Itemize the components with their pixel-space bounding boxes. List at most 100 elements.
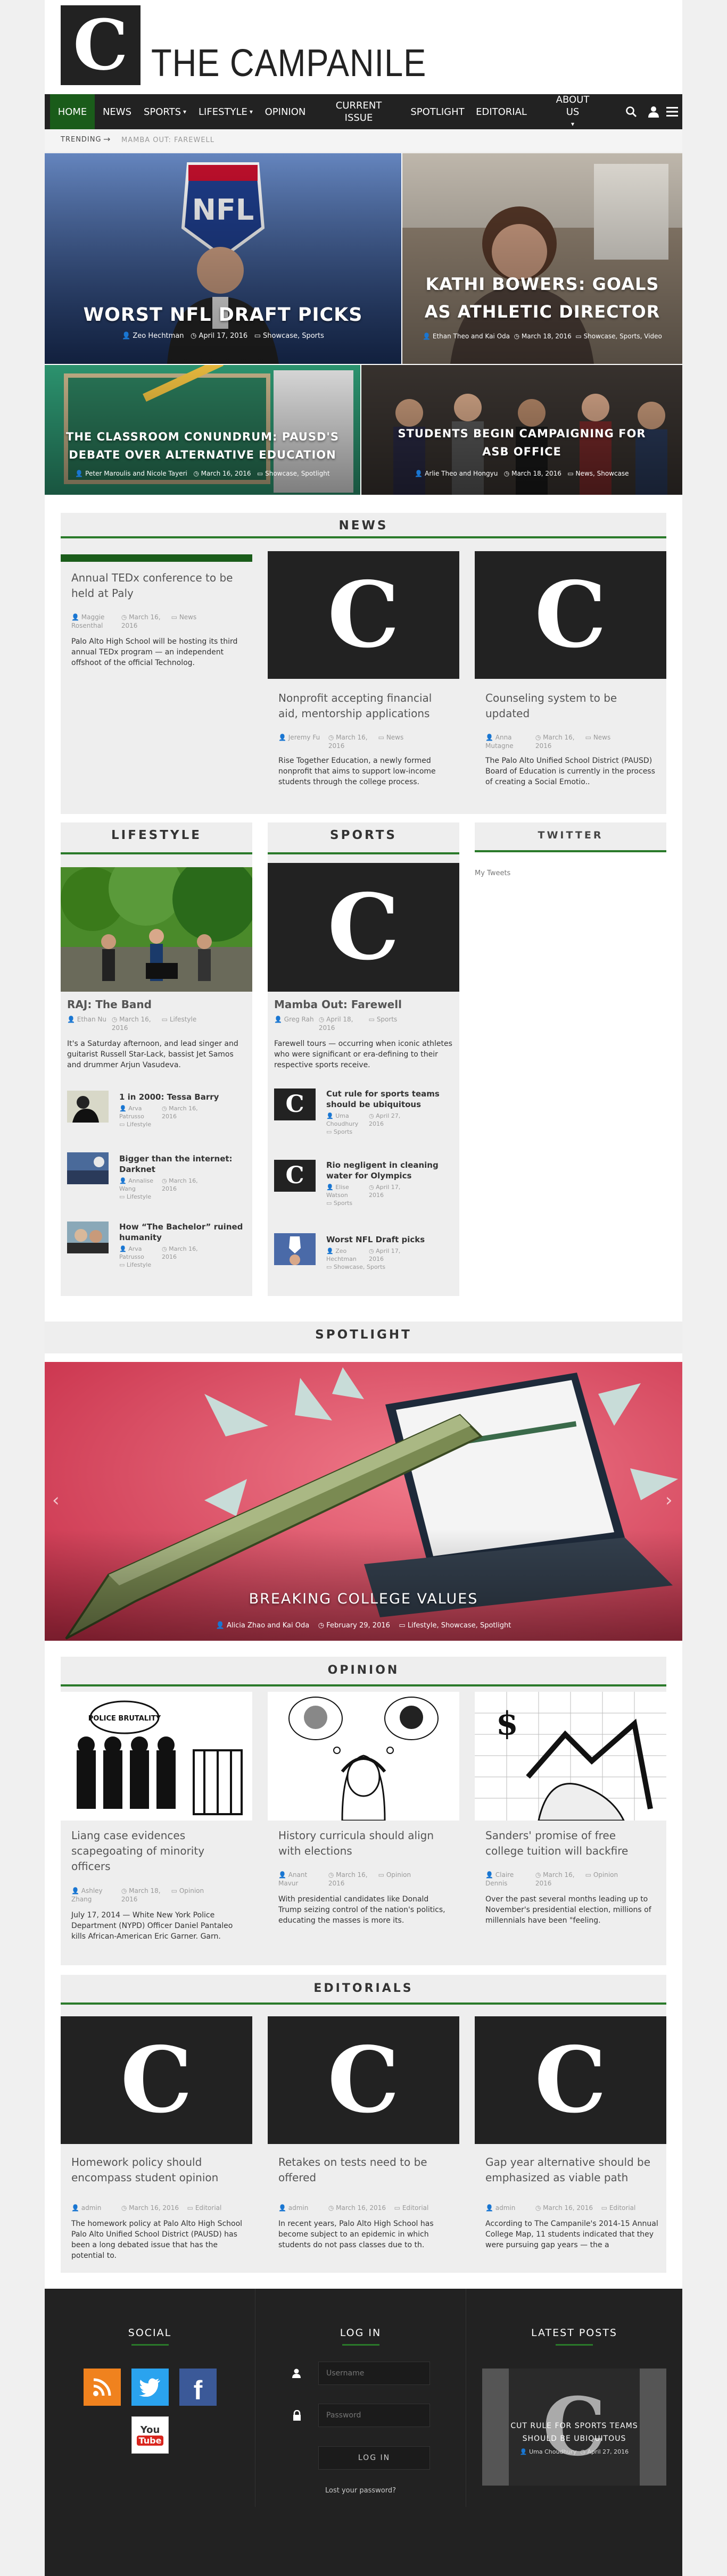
sports-mini-title[interactable]: Rio negligent in cleaning water for Olym… — [326, 1160, 454, 1181]
mini-cat: Lifestyle — [126, 1261, 152, 1268]
editorial-thumbnail[interactable]: C — [61, 2016, 252, 2144]
spotlight-cats: Lifestyle, Showcase, Spotlight — [407, 1622, 511, 1630]
spotlight-slide[interactable]: BREAKING COLLEGE VALUES 👤 Alicia Zhao an… — [45, 1362, 682, 1641]
site-logo[interactable]: C — [61, 5, 141, 85]
username-field[interactable] — [318, 2362, 430, 2385]
news-excerpt: The Palo Alto Unified School District (P… — [485, 757, 655, 786]
nav-lifestyle[interactable]: LIFESTYLE ▾ — [193, 94, 259, 129]
opinion-title[interactable]: History curricula should align with elec… — [278, 1828, 449, 1859]
news-thumbnail[interactable]: C — [475, 551, 666, 679]
nav-about-us[interactable]: ABOUT US ▾ — [550, 94, 595, 129]
lifestyle-featured-image[interactable] — [61, 851, 258, 992]
editorial-meta: 👤 admin ◷ March 16, 2016 ▭ Editorial — [485, 2204, 666, 2212]
hero-card[interactable]: KATHI BOWERS: GOALS AS ATHLETIC DIRECTOR… — [402, 153, 682, 364]
nav-opinion[interactable]: OPINION — [259, 94, 312, 129]
search-icon[interactable] — [625, 105, 638, 118]
nav-sports[interactable]: SPORTS ▾ — [138, 94, 192, 129]
twitter-icon[interactable] — [131, 2369, 169, 2406]
lifestyle-title[interactable]: RAJ: The Band — [67, 997, 248, 1012]
nav-news[interactable]: NEWS — [96, 94, 138, 129]
sports-mini-title[interactable]: Worst NFL Draft picks — [326, 1234, 454, 1245]
sports-mini-title[interactable]: Cut rule for sports teams should be ubiq… — [326, 1088, 454, 1110]
editorial-meta: 👤 admin ◷ March 16, 2016 ▭ Editorial — [71, 2204, 252, 2212]
hero-card[interactable]: NFL WORST NFL DRAFT PICKS 👤 Zeo Hechtman… — [45, 153, 401, 364]
calendar-icon: ◷ — [318, 1016, 327, 1023]
rss-icon[interactable] — [84, 2369, 121, 2406]
logo-letter: C — [327, 2027, 400, 2133]
sports-mini-thumb[interactable] — [274, 1233, 316, 1265]
opinion-title[interactable]: Sanders' promise of free college tuition… — [485, 1828, 656, 1859]
calendar-icon: ◷ — [580, 2448, 588, 2455]
editorial-thumbnail[interactable]: C — [268, 2016, 459, 2144]
editorial-title[interactable]: Gap year alternative should be emphasize… — [485, 2155, 656, 2186]
logo-letter: C — [73, 4, 128, 86]
hero-card[interactable]: THE CLASSROOM CONUNDRUM: PAUSD'S DEBATE … — [45, 365, 360, 495]
lifestyle-mini-title[interactable]: 1 in 2000: Tessa Barry — [119, 1092, 247, 1102]
password-field[interactable] — [318, 2404, 430, 2427]
opinion-meta: 👤 Claire Dennis ◷ March 16, 2016 ▭ Opini… — [485, 1871, 666, 1888]
user-icon: 👤 — [119, 1245, 129, 1252]
lifestyle-mini-thumb[interactable] — [67, 1091, 109, 1123]
nav-spotlight[interactable]: SPOTLIGHT — [406, 94, 469, 129]
trending-link[interactable]: MAMBA OUT: FAREWELL — [121, 136, 214, 144]
latest-post-card[interactable]: C CUT RULE FOR SPORTS TEAMS SHOULD BE UB… — [482, 2369, 666, 2486]
facebook-icon[interactable]: f — [179, 2369, 217, 2406]
news-title[interactable]: Annual TEDx conference to be held at Pal… — [71, 570, 242, 601]
site-title[interactable]: THE CAMPANILE — [151, 41, 426, 85]
opinion-title[interactable]: Liang case evidences scapegoating of min… — [71, 1828, 242, 1874]
lifestyle-mini-title[interactable]: How “The Bachelor” ruined humanity — [119, 1221, 247, 1243]
opinion-image[interactable] — [268, 1692, 459, 1822]
lifestyle-mini-thumb[interactable] — [67, 1152, 109, 1184]
sports-mini-thumb[interactable]: C — [274, 1160, 316, 1192]
editorial-author: 👤 admin — [278, 2204, 326, 2212]
lifestyle-cat: ▭ Lifestyle — [162, 1015, 197, 1024]
hero-card[interactable]: STUDENTS BEGIN CAMPAIGNING FOR ASB OFFIC… — [361, 365, 682, 495]
news-cat-text: News — [386, 734, 404, 741]
sports-title[interactable]: Mamba Out: Farewell — [274, 997, 455, 1012]
arrow-right-icon: → — [103, 134, 111, 144]
youtube-icon[interactable]: You Tube — [131, 2416, 169, 2454]
main-nav: HOME NEWS SPORTS ▾ LIFESTYLE ▾ OPINION CUR… — [45, 94, 682, 129]
news-thumbnail[interactable]: C — [268, 551, 459, 679]
news-cat: ▭ News — [585, 733, 611, 742]
calendar-icon: ◷ — [369, 1112, 376, 1119]
logo-letter: C — [285, 1162, 304, 1189]
opinion-image[interactable]: $ — [475, 1692, 666, 1822]
nav-lifestyle-label: LIFESTYLE — [199, 106, 247, 118]
editorial-title[interactable]: Homework policy should encompass student… — [71, 2155, 242, 2186]
news-cat-text: News — [593, 734, 611, 741]
opinion-image[interactable]: POLICE BRUTALITY — [61, 1692, 252, 1821]
login-button[interactable]: LOG IN — [318, 2446, 430, 2470]
sports-mini-meta: 👤 Elise Watson◷ April 17, 2016 ▭ Sports — [326, 1183, 454, 1207]
editorial-date-text: March 16, 2016 — [129, 2204, 179, 2212]
slider-prev-icon[interactable]: ‹ — [52, 1490, 60, 1511]
nav-current-issue[interactable]: CURRENT ISSUE — [332, 94, 385, 129]
mini-date: ◷ March 16, 2016 — [162, 1104, 204, 1120]
mini-date: ◷ April 17, 2016 — [369, 1183, 411, 1199]
nav-editorial[interactable]: EDITORIAL — [469, 94, 533, 129]
folder-icon: ▭ — [601, 2204, 609, 2212]
editorial-title[interactable]: Retakes on tests need to be offered — [278, 2155, 449, 2186]
latest-post-meta: 👤 Uma Choudhury ◷ April 27, 2016 — [482, 2448, 666, 2456]
nav-home[interactable]: HOME — [50, 94, 95, 129]
editorial-cat-text: Editorial — [609, 2204, 636, 2212]
lifestyle-mini-thumb[interactable] — [67, 1221, 109, 1253]
my-tweets-link[interactable]: My Tweets — [475, 869, 510, 877]
slider-next-icon[interactable]: › — [665, 1490, 673, 1511]
news-cat: ▭ News — [171, 613, 197, 621]
user-icon[interactable] — [647, 105, 660, 118]
latest-underline — [556, 2344, 593, 2346]
editorial-thumbnail[interactable]: C — [475, 2016, 666, 2144]
menu-icon[interactable] — [666, 106, 678, 117]
opinion-excerpt: Over the past several months leading up … — [485, 1895, 651, 1925]
news-title[interactable]: Counseling system to be updated — [485, 691, 656, 721]
news-excerpt: Rise Together Education, a newly formed … — [278, 757, 436, 786]
lifestyle-heading: LIFESTYLE — [61, 822, 252, 854]
hero-meta: 👤 Ethan Theo and Kai Oda ◷ March 18, 201… — [402, 332, 682, 340]
news-title[interactable]: Nonprofit accepting financial aid, mento… — [278, 691, 449, 721]
sports-featured-image[interactable]: C — [268, 863, 459, 992]
folder-icon: ▭ — [585, 734, 593, 741]
sports-mini-thumb[interactable]: C — [274, 1088, 316, 1120]
lifestyle-mini-title[interactable]: Bigger than the internet: Darknet — [119, 1153, 247, 1175]
lost-password-link[interactable]: Lost your password? — [255, 2487, 466, 2495]
